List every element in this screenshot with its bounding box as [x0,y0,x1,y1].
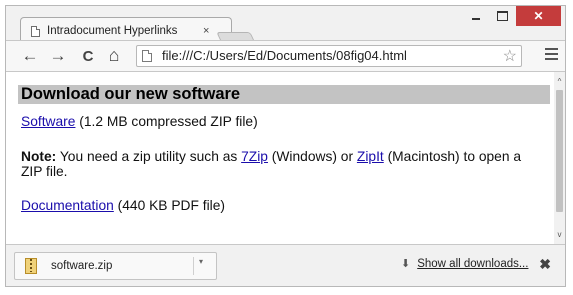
download-file-name: software.zip [51,260,113,272]
minimize-icon [471,18,480,20]
note-paragraph: Note: You need a zip utility such as 7Zi… [21,149,546,179]
page-content: Download our new software Software (1.2 … [6,72,554,244]
menu-icon-bar [545,53,558,55]
documentation-link[interactable]: Documentation [21,198,114,213]
tab-content: Intradocument Hyperlinks × [31,23,221,39]
maximize-button[interactable] [489,6,516,26]
downloads-bar: software.zip ▾ ⬇ Show all downloads... ✖ [6,244,565,286]
scroll-up-icon[interactable]: ^ [554,76,565,88]
download-item[interactable]: software.zip ▾ [14,252,217,280]
7zip-link[interactable]: 7Zip [241,149,268,164]
divider [193,257,194,275]
vertical-scrollbar[interactable]: ^ v [554,72,565,244]
show-all-downloads-link[interactable]: ⬇ Show all downloads... [401,257,528,271]
menu-icon[interactable] [545,48,558,63]
show-all-downloads-label[interactable]: Show all downloads... [417,258,528,270]
window-controls: ✕ [462,6,561,26]
forward-arrow-icon[interactable]: → [48,46,68,66]
close-window-button[interactable]: ✕ [516,6,561,26]
download-arrow-icon: ⬇ [401,258,411,270]
address-url[interactable]: file:///C:/Users/Ed/Documents/08fig04.ht… [162,48,407,63]
software-link[interactable]: Software [21,114,75,129]
tab-intradocument-hyperlinks[interactable]: Intradocument Hyperlinks × [20,17,232,41]
software-description: (1.2 MB compressed ZIP file) [75,114,258,129]
note-label: Note: [21,149,57,164]
note-text: (Windows) or [267,149,357,164]
tab-title: Intradocument Hyperlinks [47,25,178,37]
maximize-icon [497,11,508,21]
note-text: You need a zip utility such as [56,149,242,164]
chevron-down-icon[interactable]: ▾ [199,257,203,266]
reload-icon[interactable]: C [78,48,98,65]
menu-icon-bar [545,48,558,50]
address-bar[interactable]: file:///C:/Users/Ed/Documents/08fig04.ht… [136,45,522,67]
menu-icon-bar [545,58,558,60]
browser-window: Intradocument Hyperlinks × ✕ ← → C ⌂ fil… [5,5,566,287]
scroll-down-icon[interactable]: v [554,229,565,241]
documentation-paragraph: Documentation (440 KB PDF file) [21,198,546,213]
home-icon[interactable]: ⌂ [104,45,124,66]
page-icon [142,50,152,62]
bookmark-star-icon[interactable]: ☆ [503,46,517,66]
toolbar: ← → C ⌂ file:///C:/Users/Ed/Documents/08… [6,40,565,72]
tab-close-icon[interactable]: × [203,25,209,37]
zipit-link[interactable]: ZipIt [357,149,384,164]
page-heading: Download our new software [18,85,550,104]
back-arrow-icon[interactable]: ← [20,46,40,66]
close-downloads-bar-icon[interactable]: ✖ [539,256,551,273]
software-paragraph: Software (1.2 MB compressed ZIP file) [21,114,546,129]
page-icon [31,25,40,37]
tab-strip: Intradocument Hyperlinks × ✕ [6,6,565,48]
documentation-description: (440 KB PDF file) [113,198,225,213]
scrollbar-thumb[interactable] [556,90,563,212]
zip-file-icon [25,258,37,274]
minimize-button[interactable] [462,6,489,26]
